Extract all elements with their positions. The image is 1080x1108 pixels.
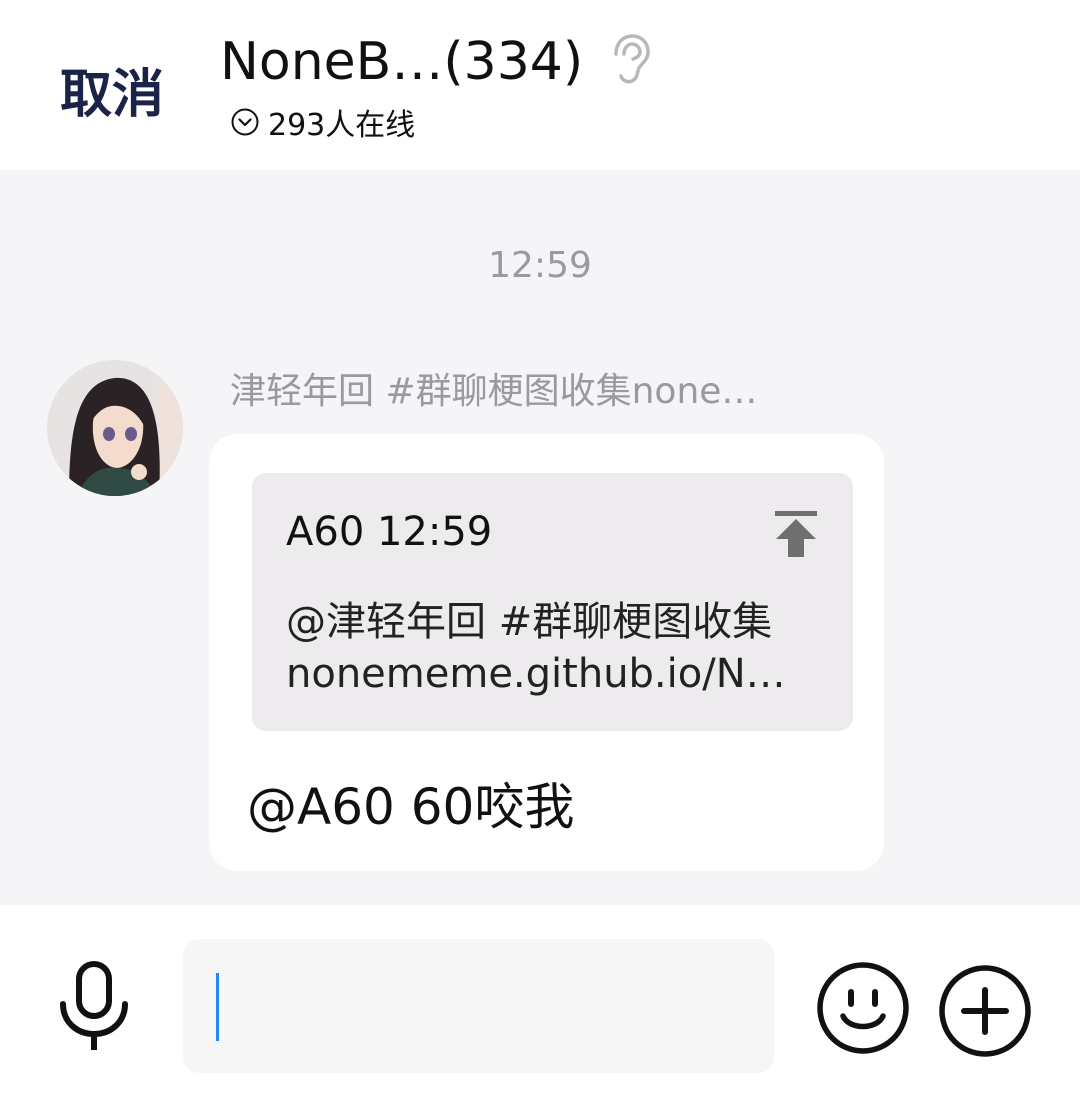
message-timestamp: 12:59 (488, 245, 592, 286)
message-list[interactable]: 12:59 津轻年回 #群聊梗图收集none… A60 12:59 @津轻年回 … (0, 170, 1080, 905)
sender-name[interactable]: 津轻年回 #群聊梗图收集none… (230, 362, 757, 414)
plus-circle-icon[interactable] (937, 963, 1033, 1059)
message-bubble[interactable]: A60 12:59 @津轻年回 #群聊梗图收集 nonememe.github.… (209, 434, 884, 871)
ear-icon[interactable] (606, 32, 654, 86)
quote-header: A60 12:59 (286, 509, 493, 555)
quote-line-1: @津轻年回 #群聊梗图收集 (286, 599, 773, 645)
smiley-icon[interactable] (815, 960, 911, 1056)
chat-header: 取消 NoneB…(334) 293人在线 (0, 0, 1080, 170)
online-count-text: 293人在线 (268, 108, 416, 143)
quote-line-2: nonememe.github.io/N… (286, 651, 786, 697)
sender-avatar[interactable] (47, 360, 183, 496)
online-count[interactable]: 293人在线 (230, 102, 416, 143)
group-title[interactable]: NoneB…(334) (220, 32, 583, 92)
text-caret (216, 973, 219, 1041)
quoted-message[interactable]: A60 12:59 @津轻年回 #群聊梗图收集 nonememe.github.… (252, 473, 853, 731)
message-text: @A60 60咬我 (247, 778, 575, 836)
input-bar (0, 905, 1080, 1108)
chevron-down-circle-icon (231, 108, 259, 136)
message-input[interactable] (183, 939, 774, 1073)
cancel-button[interactable]: 取消 (60, 52, 164, 127)
arrow-up-to-top-icon[interactable] (773, 509, 819, 559)
microphone-icon[interactable] (55, 960, 133, 1052)
